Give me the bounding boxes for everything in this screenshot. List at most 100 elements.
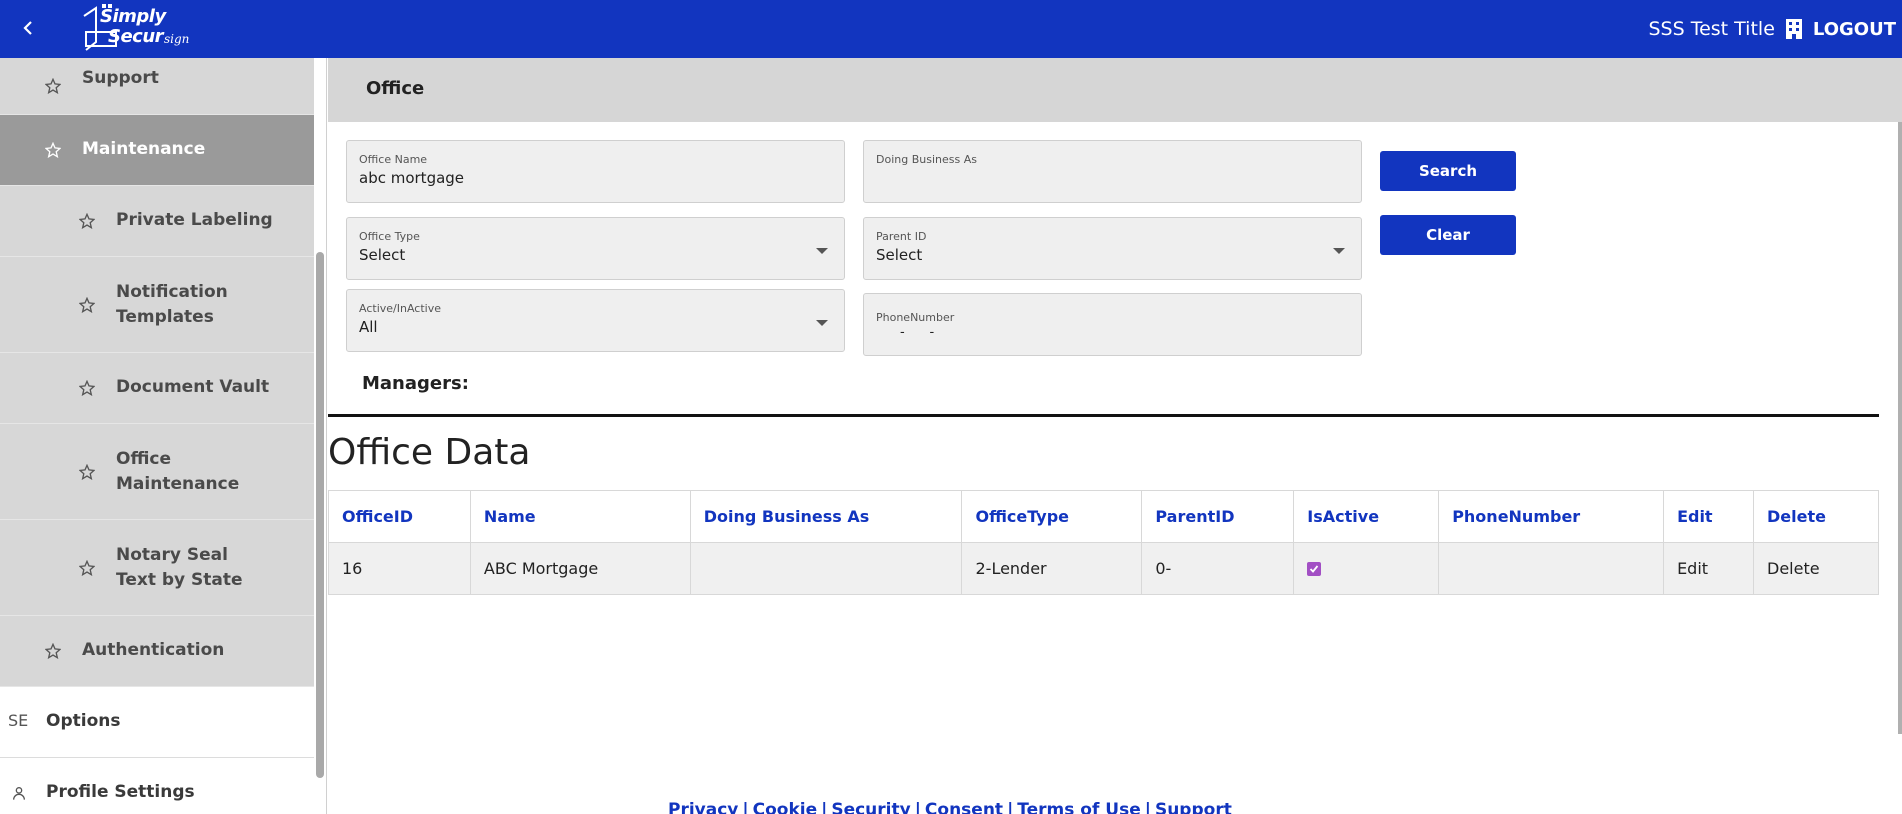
back-button[interactable] xyxy=(14,14,42,42)
main-scrollbar[interactable] xyxy=(1898,122,1902,734)
office-type-label: Office Type xyxy=(359,230,420,243)
doing-business-as-field[interactable]: Doing Business As xyxy=(863,140,1362,203)
caret-down-icon xyxy=(1333,248,1345,254)
cell-officetype: 2-Lender xyxy=(961,542,1143,595)
search-button[interactable]: Search xyxy=(1380,151,1516,191)
sidebar: Support Maintenance Private Labeling Not… xyxy=(0,58,314,814)
section-divider xyxy=(328,414,1879,417)
sidebar-item-label: Maintenance xyxy=(82,139,206,159)
column-header-delete[interactable]: Delete xyxy=(1753,490,1879,543)
sidebar-item-office-maintenance[interactable]: Office Maintenance xyxy=(0,424,314,520)
sidebar-item-notification-templates[interactable]: Notification Templates xyxy=(0,257,314,353)
cell-phonenumber xyxy=(1438,542,1665,595)
building-icon[interactable] xyxy=(1783,17,1805,41)
sidebar-item-private-labeling[interactable]: Private Labeling xyxy=(0,186,314,257)
cell-dba xyxy=(689,542,963,595)
office-name-label: Office Name xyxy=(359,153,428,166)
star-icon xyxy=(44,141,62,159)
footer-link-consent[interactable]: Consent xyxy=(925,800,1003,814)
person-icon xyxy=(10,784,28,802)
clear-button[interactable]: Clear xyxy=(1380,215,1516,255)
star-icon xyxy=(78,463,96,481)
office-data-heading: Office Data xyxy=(328,432,531,473)
footer-link-privacy[interactable]: Privacy xyxy=(668,800,738,814)
footer-link-support[interactable]: Support xyxy=(1155,800,1232,814)
sidebar-item-profile-settings[interactable]: Profile Settings xyxy=(0,758,314,814)
active-inactive-value: All xyxy=(359,318,378,336)
office-type-select[interactable]: Office Type Select xyxy=(346,217,845,280)
footer-link-terms[interactable]: Terms of Use xyxy=(1017,800,1140,814)
column-header-edit[interactable]: Edit xyxy=(1663,490,1754,543)
sidebar-item-document-vault[interactable]: Document Vault xyxy=(0,353,314,424)
star-icon xyxy=(78,559,96,577)
sidebar-item-label: Office Maintenance xyxy=(116,449,240,494)
column-header-name[interactable]: Name xyxy=(469,490,691,543)
active-inactive-select[interactable]: Active/InActive All xyxy=(346,289,845,352)
sidebar-item-label: Profile Settings xyxy=(46,782,195,802)
phone-number-field[interactable]: PhoneNumber - - xyxy=(863,293,1362,356)
logo[interactable]: Simply Secur sign xyxy=(78,2,189,54)
caret-down-icon xyxy=(816,320,828,326)
cell-parentid: 0- xyxy=(1141,542,1295,595)
chevron-left-icon xyxy=(23,21,32,35)
phone-number-value[interactable]: - - xyxy=(900,325,934,340)
settings-text-icon: SE xyxy=(8,711,29,730)
sidebar-item-support[interactable]: Support xyxy=(0,58,314,115)
footer-link-security[interactable]: Security xyxy=(831,800,910,814)
caret-down-icon xyxy=(816,248,828,254)
phone-number-label: PhoneNumber xyxy=(876,311,955,324)
star-icon xyxy=(78,212,96,230)
check-icon xyxy=(1310,565,1319,573)
star-icon xyxy=(78,379,96,397)
parent-id-select[interactable]: Parent ID Select xyxy=(863,217,1362,280)
column-header-parentid[interactable]: ParentID xyxy=(1141,490,1295,543)
sidebar-item-options[interactable]: SE Options xyxy=(0,687,314,758)
table-header-row: OfficeID Name Doing Business As OfficeTy… xyxy=(328,490,1879,543)
isactive-checkbox[interactable] xyxy=(1307,562,1322,576)
sidebar-item-maintenance[interactable]: Maintenance xyxy=(0,115,314,186)
footer-links: Privacy | Cookie | Security | Consent | Terms of… xyxy=(668,800,1232,814)
page-header: Office xyxy=(328,58,1902,122)
column-header-officeid[interactable]: OfficeID xyxy=(328,490,471,543)
office-name-field[interactable]: Office Name abc mortgage xyxy=(346,140,845,203)
star-icon xyxy=(78,296,96,314)
sidebar-item-label: Options xyxy=(46,711,121,731)
sidebar-item-authentication[interactable]: Authentication xyxy=(0,616,314,687)
sidebar-scrollbar-thumb[interactable] xyxy=(316,252,324,778)
sidebar-item-label: Private Labeling xyxy=(116,210,273,230)
app-title: SSS Test Title xyxy=(1648,18,1775,40)
main-border xyxy=(326,58,327,814)
column-header-officetype[interactable]: OfficeType xyxy=(961,490,1143,543)
active-inactive-label: Active/InActive xyxy=(359,302,441,315)
star-icon xyxy=(44,642,62,660)
sidebar-item-label: Authentication xyxy=(82,640,225,660)
sidebar-item-label: Notification Templates xyxy=(116,282,228,327)
cell-name: ABC Mortgage xyxy=(469,542,691,595)
doing-business-as-label: Doing Business As xyxy=(876,153,977,166)
logo-text-secur: Secur xyxy=(108,26,164,47)
managers-label: Managers: xyxy=(362,373,469,394)
cell-officeid: 16 xyxy=(328,542,471,595)
top-bar: Simply Secur sign SSS Test Title LOGOUT xyxy=(0,0,1902,58)
delete-link[interactable]: Delete xyxy=(1753,542,1879,595)
page-title: Office xyxy=(366,78,425,99)
office-name-value[interactable]: abc mortgage xyxy=(359,169,464,187)
column-header-isactive[interactable]: IsActive xyxy=(1293,490,1440,543)
office-data-table: OfficeID Name Doing Business As OfficeTy… xyxy=(328,490,1879,595)
table-row: 16 ABC Mortgage 2-Lender 0- Edit Delete xyxy=(328,542,1879,595)
column-header-dba[interactable]: Doing Business As xyxy=(689,490,963,543)
sidebar-item-notary-seal-text[interactable]: Notary Seal Text by State xyxy=(0,520,314,616)
sidebar-item-label: Support xyxy=(82,68,159,88)
edit-link[interactable]: Edit xyxy=(1663,542,1754,595)
top-right-group: SSS Test Title LOGOUT xyxy=(1648,0,1896,58)
parent-id-value: Select xyxy=(876,246,923,264)
parent-id-label: Parent ID xyxy=(876,230,927,243)
office-type-value: Select xyxy=(359,246,406,264)
star-icon xyxy=(44,77,62,95)
logout-button[interactable]: LOGOUT xyxy=(1813,19,1896,40)
column-header-phonenumber[interactable]: PhoneNumber xyxy=(1438,490,1665,543)
footer-link-cookie[interactable]: Cookie xyxy=(753,800,818,814)
logo-text-simply: Simply xyxy=(100,6,166,27)
sidebar-item-label: Notary Seal Text by State xyxy=(116,545,243,590)
cell-isactive xyxy=(1293,542,1440,595)
